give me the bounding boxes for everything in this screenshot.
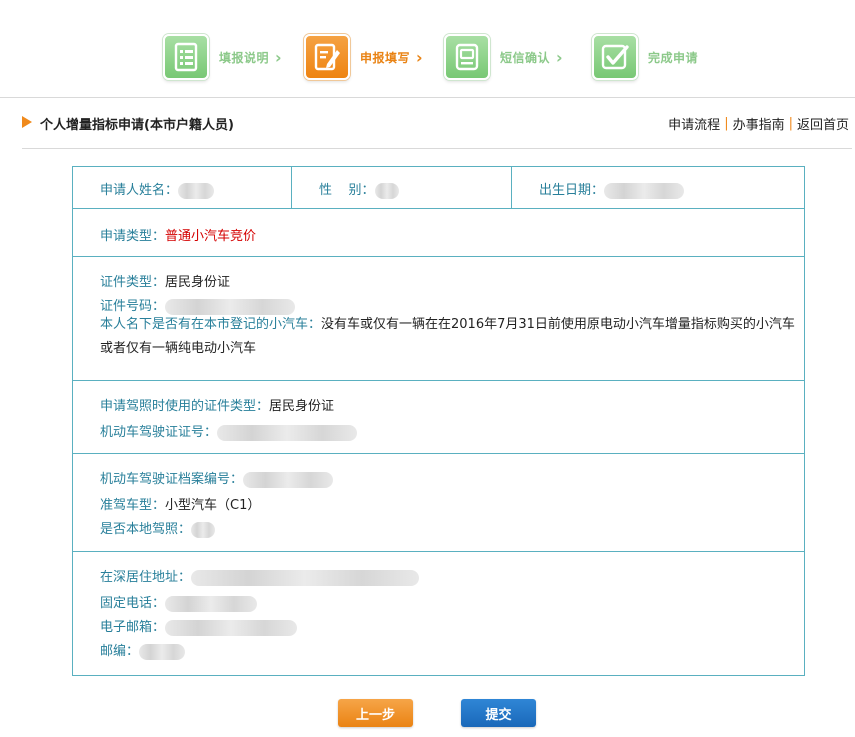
link-separator: | <box>724 116 729 131</box>
address-label: 在深居住地址： <box>100 570 192 585</box>
zip-label: 邮编： <box>100 644 140 659</box>
step-label: 短信确认 <box>500 50 551 65</box>
step-label: 申报填写 <box>360 50 411 65</box>
gender-value-redacted <box>374 182 399 199</box>
name-label: 申请人姓名： <box>100 183 179 198</box>
divider <box>22 148 852 149</box>
row-application-type: 申请类型：普通小汽车竞价 <box>73 209 804 257</box>
previous-step-button[interactable]: 上一步 <box>338 699 413 727</box>
license-id-type-value: 居民身份证 <box>269 399 335 414</box>
step-label: 填报说明 <box>219 50 270 65</box>
license-number-value-redacted <box>217 424 358 441</box>
section-header: 个人增量指标申请(本市户籍人员) 申请流程 | 办事指南 | 返回首页 <box>0 108 855 138</box>
license-number-label: 机动车驾驶证证号： <box>100 425 218 440</box>
local-license-value-redacted <box>191 521 216 538</box>
email-value-redacted <box>165 619 298 636</box>
submit-button[interactable]: 提交 <box>461 699 536 727</box>
row-contact-info: 在深居住地址： 固定电话： 电子邮箱： 邮编： <box>73 552 804 676</box>
step-fill-instructions: 填报说明 › <box>163 34 282 80</box>
header-links: 申请流程 | 办事指南 | 返回首页 <box>668 114 849 133</box>
zip-value-redacted <box>139 643 186 660</box>
id-number-label: 证件号码： <box>100 299 166 314</box>
checkmark-icon <box>592 34 638 80</box>
applicant-info-table: 申请人姓名： 性 别： 出生日期： 申请类型：普通小汽车竞价 证件类型：居民身份… <box>72 166 805 676</box>
car-ownership-label: 本人名下是否有在本市登记的小汽车： <box>100 317 322 332</box>
chevron-right-icon: › <box>416 47 423 67</box>
id-type-label: 证件类型： <box>100 275 166 290</box>
link-service-guide[interactable]: 办事指南 <box>733 114 785 133</box>
row-identity-info: 证件类型：居民身份证 证件号码： 本人名下是否有在本市登记的小汽车：没有车或仅有… <box>73 257 804 381</box>
page-title: 个人增量指标申请(本市户籍人员) <box>40 118 234 133</box>
license-id-type-label: 申请驾照时使用的证件类型： <box>100 399 270 414</box>
row-basic-info: 申请人姓名： 性 别： 出生日期： <box>73 167 804 209</box>
progress-steps: 填报说明 › 申报填写 › 短信确认 › 完成申请 <box>0 0 855 98</box>
birth-date-label: 出生日期： <box>539 183 605 198</box>
row-license-identity: 申请驾照时使用的证件类型：居民身份证 机动车驾驶证证号： <box>73 381 804 454</box>
cell-name: 申请人姓名： <box>73 167 292 208</box>
step-fill-application: 申报填写 › <box>304 34 423 80</box>
link-return-home[interactable]: 返回首页 <box>797 114 849 133</box>
address-value-redacted <box>191 569 420 586</box>
license-file-label: 机动车驾驶证档案编号： <box>100 472 244 487</box>
step-sms-confirm: 短信确认 › <box>444 34 563 80</box>
license-file-value-redacted <box>243 471 334 488</box>
row-license-details: 机动车驾驶证档案编号： 准驾车型：小型汽车（C1） 是否本地驾照： <box>73 454 804 552</box>
name-value-redacted <box>178 182 215 199</box>
chevron-right-icon: › <box>556 47 563 67</box>
step-complete: 完成申请 <box>592 34 698 80</box>
id-type-value: 居民身份证 <box>165 275 231 290</box>
phone-label: 固定电话： <box>100 596 166 611</box>
phone-value-redacted <box>165 595 258 612</box>
edit-form-icon <box>304 34 350 80</box>
cell-gender: 性 别： <box>292 167 512 208</box>
sms-message-icon <box>444 34 490 80</box>
chevron-right-icon: › <box>275 47 282 67</box>
local-license-label: 是否本地驾照： <box>100 522 192 537</box>
document-list-icon <box>163 34 209 80</box>
arrow-right-icon <box>22 116 32 128</box>
cell-birth-date: 出生日期： <box>512 167 804 208</box>
vehicle-class-value: 小型汽车（C1） <box>165 498 261 513</box>
link-separator: | <box>788 116 793 131</box>
application-type-label: 申请类型： <box>100 229 166 244</box>
step-label: 完成申请 <box>648 50 699 65</box>
email-label: 电子邮箱： <box>100 620 166 635</box>
birth-date-value-redacted <box>604 182 685 199</box>
link-application-process[interactable]: 申请流程 <box>668 114 720 133</box>
application-page: 填报说明 › 申报填写 › 短信确认 › 完成申请 个人增量指标申请(本市户籍人… <box>0 0 855 737</box>
application-type-value: 普通小汽车竞价 <box>165 229 257 244</box>
vehicle-class-label: 准驾车型： <box>100 498 166 513</box>
gender-label: 性 别： <box>319 183 375 198</box>
